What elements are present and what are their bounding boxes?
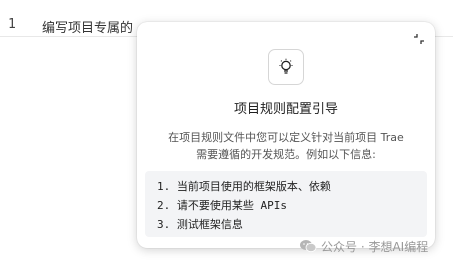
wechat-icon [300, 240, 317, 253]
line-number: 1 [8, 17, 16, 32]
list-item: 2. 请不要使用某些 APIs [157, 199, 287, 212]
lightbulb-icon [268, 49, 304, 85]
watermark: 公众号 · 李想AI编程 [299, 236, 428, 256]
collapse-arrows-icon[interactable] [413, 30, 425, 44]
list-item: 1. 当前项目使用的框架版本、依赖 [157, 180, 331, 193]
example-rules-list: 1. 当前项目使用的框架版本、依赖 2. 请不要使用某些 APIs 3. 测试框… [145, 171, 427, 237]
popup-description: 在项目规则文件中您可以定义针对当前项目 Trae 需要遵循的开发规范。例如以下信… [151, 129, 421, 163]
description-line: 在项目规则文件中您可以定义针对当前项目 Trae [168, 131, 404, 144]
popup-title: 项目规则配置引导 [233, 102, 338, 117]
watermark-text: 公众号 · 李想AI编程 [321, 239, 429, 254]
list-item: 3. 测试框架信息 [157, 218, 243, 231]
line-text[interactable]: 编写项目专属的 [42, 17, 133, 36]
project-rules-guide-popup: 项目规则配置引导 在项目规则文件中您可以定义针对当前项目 Trae 需要遵循的开… [137, 22, 435, 248]
description-line: 需要遵循的开发规范。例如以下信息: [196, 148, 376, 161]
